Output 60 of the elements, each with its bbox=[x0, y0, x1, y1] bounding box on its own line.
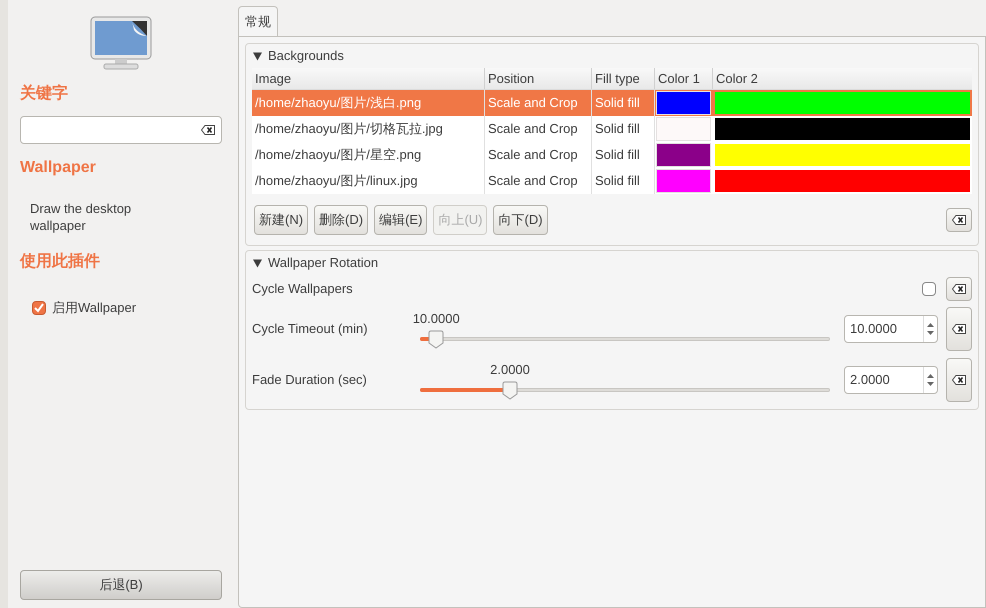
clear-icon bbox=[952, 324, 966, 334]
table-cell-text: /home/zhaoyu/图片/linux.jpg bbox=[254, 172, 419, 190]
section-heading: 使用此插件 bbox=[20, 252, 101, 272]
increment-icon[interactable] bbox=[927, 374, 934, 378]
table-cell-text: /home/zhaoyu/图片/星空.png bbox=[254, 146, 422, 164]
search-field[interactable] bbox=[20, 116, 222, 144]
increment-icon[interactable] bbox=[927, 323, 934, 327]
table-cell-text: /home/zhaoyu/图片/切格瓦拉.jpg bbox=[254, 120, 444, 138]
slider[interactable] bbox=[420, 380, 830, 400]
slider[interactable] bbox=[420, 329, 830, 349]
check-icon bbox=[34, 302, 44, 313]
slider-value: 10.0000 bbox=[412, 310, 460, 328]
setting-label: Cycle Wallpapers bbox=[252, 280, 354, 298]
checkbox[interactable] bbox=[922, 282, 936, 296]
table-row[interactable]: /home/zhaoyu/图片/linux.jpg Scale and Crop Solid fill bbox=[252, 168, 972, 194]
reset-button[interactable] bbox=[946, 358, 972, 402]
group-title: Backgrounds bbox=[268, 47, 344, 66]
clear-icon bbox=[201, 125, 215, 135]
toolbar-button[interactable]: 向下(D) bbox=[493, 205, 548, 235]
number-field[interactable]: 10.0000 bbox=[845, 316, 923, 342]
checkbox-label: 启用Wallpaper bbox=[52, 299, 136, 317]
back-button[interactable]: 后退(B) bbox=[20, 570, 222, 600]
column-header[interactable]: Image bbox=[252, 68, 484, 89]
setting-label: Cycle Timeout (min) bbox=[252, 320, 369, 338]
number-field[interactable]: 2.0000 bbox=[845, 367, 923, 393]
plugin-description: Draw the desktop wallpaper bbox=[29, 200, 132, 234]
clear-icon bbox=[952, 375, 966, 385]
plugin-title: Wallpaper bbox=[20, 158, 97, 178]
table-cell: Solid fill bbox=[591, 168, 654, 194]
toolbar-button[interactable]: 新建(N) bbox=[254, 205, 308, 235]
slider-value: 2.0000 bbox=[490, 361, 530, 379]
reset-button[interactable] bbox=[946, 277, 972, 301]
clear-icon bbox=[952, 284, 966, 294]
slider-thumb[interactable] bbox=[502, 381, 518, 400]
monitor-icon bbox=[90, 16, 152, 70]
toolbar-button[interactable]: 编辑(E) bbox=[374, 205, 428, 235]
expander-icon[interactable] bbox=[253, 52, 262, 60]
toolbar-button[interactable]: 删除(D) bbox=[314, 205, 368, 235]
expander-icon[interactable] bbox=[253, 258, 262, 268]
column-header[interactable]: Color 2 bbox=[712, 68, 972, 89]
reset-button[interactable] bbox=[946, 307, 972, 351]
group-title: Wallpaper Rotation bbox=[268, 254, 378, 272]
decrement-icon[interactable] bbox=[927, 331, 934, 335]
checkbox[interactable] bbox=[32, 300, 46, 315]
slider-thumb[interactable] bbox=[428, 330, 444, 349]
column-header[interactable]: Color 1 bbox=[654, 68, 712, 89]
spin-box[interactable]: 10.0000 bbox=[844, 315, 938, 343]
column-header[interactable]: Position bbox=[484, 68, 591, 89]
spin-box[interactable]: 2.0000 bbox=[844, 366, 938, 394]
reset-button[interactable] bbox=[946, 208, 972, 232]
decrement-icon[interactable] bbox=[927, 382, 934, 386]
table-row[interactable]: /home/zhaoyu/图片/星空.png Scale and Crop Solid fill bbox=[252, 142, 972, 168]
section-heading: 关键字 bbox=[20, 83, 69, 104]
table-cell-text: /home/zhaoyu/图片/浅白.png bbox=[254, 94, 422, 112]
column-header[interactable]: Fill type bbox=[591, 68, 654, 89]
table-row[interactable]: /home/zhaoyu/图片/切格瓦拉.jpg Scale and Crop Solid fill bbox=[252, 116, 972, 142]
clear-icon bbox=[952, 215, 966, 225]
table-cell: Scale and Crop bbox=[484, 168, 591, 194]
setting-label: Fade Duration (sec) bbox=[252, 371, 368, 390]
tab[interactable]: 常规 bbox=[238, 6, 278, 36]
